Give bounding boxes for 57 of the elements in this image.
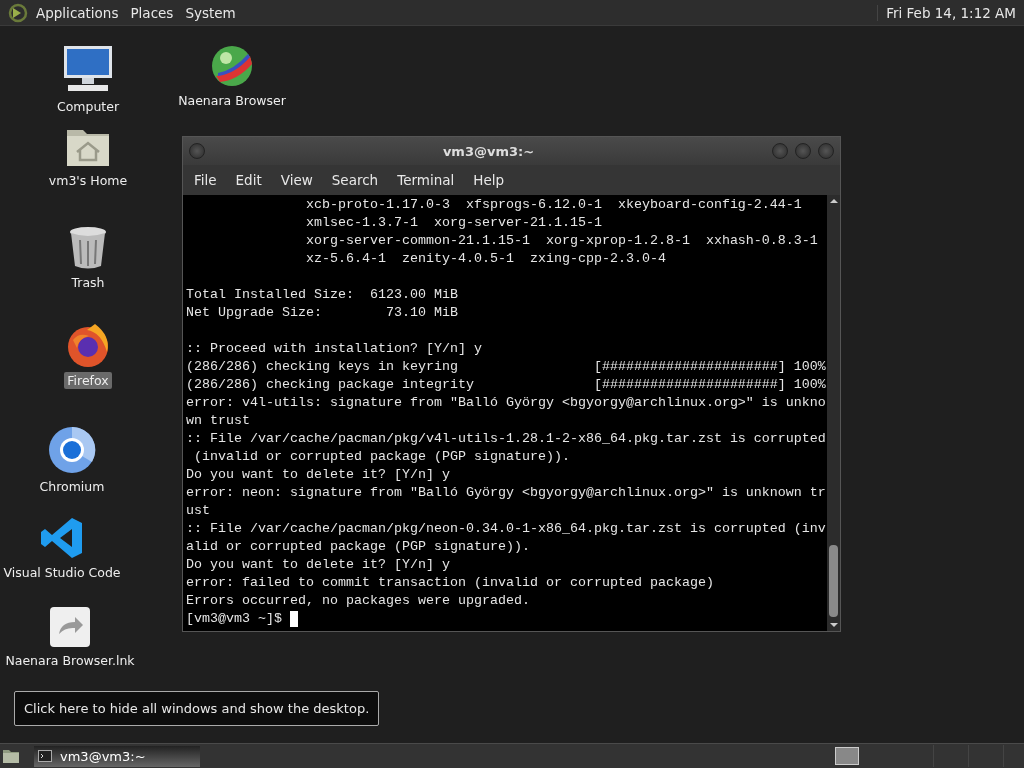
icon-label[interactable]: Naenara Browser.lnk	[2, 652, 138, 669]
terminal-line: error: failed to commit transaction (invalid or corrupted package)	[186, 574, 714, 592]
terminal-line: error: neon: signature from "Balló György <bgyorgy@archlinux.org>" is unknown tr	[186, 484, 826, 502]
terminal-line: :: Proceed with installation? [Y/n] y	[186, 340, 482, 358]
icon-label[interactable]: Chromium	[36, 478, 108, 495]
shell-prompt: [vm3@vm3 ~]$	[186, 610, 282, 628]
terminal-line: Do you want to delete it? [Y/n] y	[186, 556, 450, 574]
icon-label[interactable]: Visual Studio Code	[0, 564, 124, 581]
terminal-line: (286/286) checking keys in keyring [######################] 100%	[186, 358, 826, 376]
scroll-thumb[interactable]	[829, 545, 838, 617]
terminal-line: xz-5.6.4-1 zenity-4.0.5-1 zxing-cpp-2.3.0-4	[304, 250, 666, 268]
logo-icon[interactable]	[8, 2, 28, 23]
terminal-line: xmlsec-1.3.7-1 xorg-server-21.1.15-1	[304, 214, 602, 232]
icon-label[interactable]: Firefox	[64, 372, 112, 389]
menu-item[interactable]: View	[279, 172, 323, 188]
vscode-icon[interactable]	[40, 516, 84, 560]
window-title: vm3@vm3:~	[441, 143, 536, 159]
menu-item[interactable]: Search	[330, 172, 389, 188]
workspace-switcher[interactable]	[835, 747, 859, 765]
icon-label[interactable]: Naenara Browser	[175, 92, 289, 109]
chromium-icon[interactable]	[48, 426, 96, 474]
terminal-line: (invalid or corrupted package (PGP signature)).	[193, 448, 570, 466]
icon-label[interactable]: Trash	[68, 274, 108, 291]
clock[interactable]: Fri Feb 14, 1:12 AM	[877, 4, 1016, 21]
terminal-line: wn trust	[186, 412, 250, 430]
text-cursor	[290, 611, 298, 627]
icon-label[interactable]: vm3's Home	[45, 172, 131, 189]
terminal-line: xorg-server-common-21.1.15-1 xorg-xprop-1.2.8-1 xxhash-0.8.3-1	[304, 232, 818, 250]
terminal-line: Total Installed Size: 6123.00 MiB	[186, 286, 458, 304]
menu-item[interactable]: File	[193, 172, 227, 188]
terminal-line: alid or corrupted package (PGP signature)).	[186, 538, 530, 556]
panel-menu[interactable]: System	[185, 4, 236, 21]
shortcut-icon[interactable]	[49, 606, 91, 648]
icon-label[interactable]: Computer	[53, 98, 123, 115]
menu-item[interactable]: Help	[472, 172, 515, 188]
terminal-line: Net Upgrade Size: 73.10 MiB	[186, 304, 458, 322]
terminal-line: Do you want to delete it? [Y/n] y	[186, 466, 450, 484]
terminal-line: (286/286) checking package integrity [######################] 100%	[186, 376, 826, 394]
terminal-line: ust	[186, 502, 210, 520]
show-desktop-icon[interactable]	[2, 748, 20, 764]
tooltip: Click here to hide all windows and show the desktop.	[14, 691, 380, 726]
terminal-line: error: v4l-utils: signature from "Balló György <bgyorgy@archlinux.org>" is unkno	[186, 394, 826, 412]
menu-item[interactable]: Edit	[234, 172, 272, 188]
terminal-line: :: File /var/cache/pacman/pkg/neon-0.34.0-1-x86_64.pkg.tar.zst is corrupted (inv	[186, 520, 826, 538]
task-button[interactable]: vm3@vm3:~	[34, 745, 200, 767]
panel-menu[interactable]: Places	[130, 4, 174, 21]
terminal-icon	[38, 750, 52, 762]
terminal-line: :: File /var/cache/pacman/pkg/v4l-utils-1.28.1-2-x86_64.pkg.tar.zst is corrupted	[186, 430, 826, 448]
terminal-line: Errors occurred, no packages were upgraded.	[186, 592, 530, 610]
firefox-icon[interactable]	[65, 322, 111, 368]
trash-icon[interactable]	[68, 226, 108, 270]
menu-item[interactable]: Terminal	[396, 172, 465, 188]
terminal-line: xcb-proto-1.17.0-3 xfsprogs-6.12.0-1 xkeyboard-config-2.44-1	[304, 196, 802, 214]
panel-menu[interactable]: Applications	[36, 4, 119, 21]
globe-icon[interactable]	[210, 44, 254, 88]
scrollbar[interactable]	[827, 195, 840, 631]
computer-icon[interactable]	[62, 44, 114, 94]
